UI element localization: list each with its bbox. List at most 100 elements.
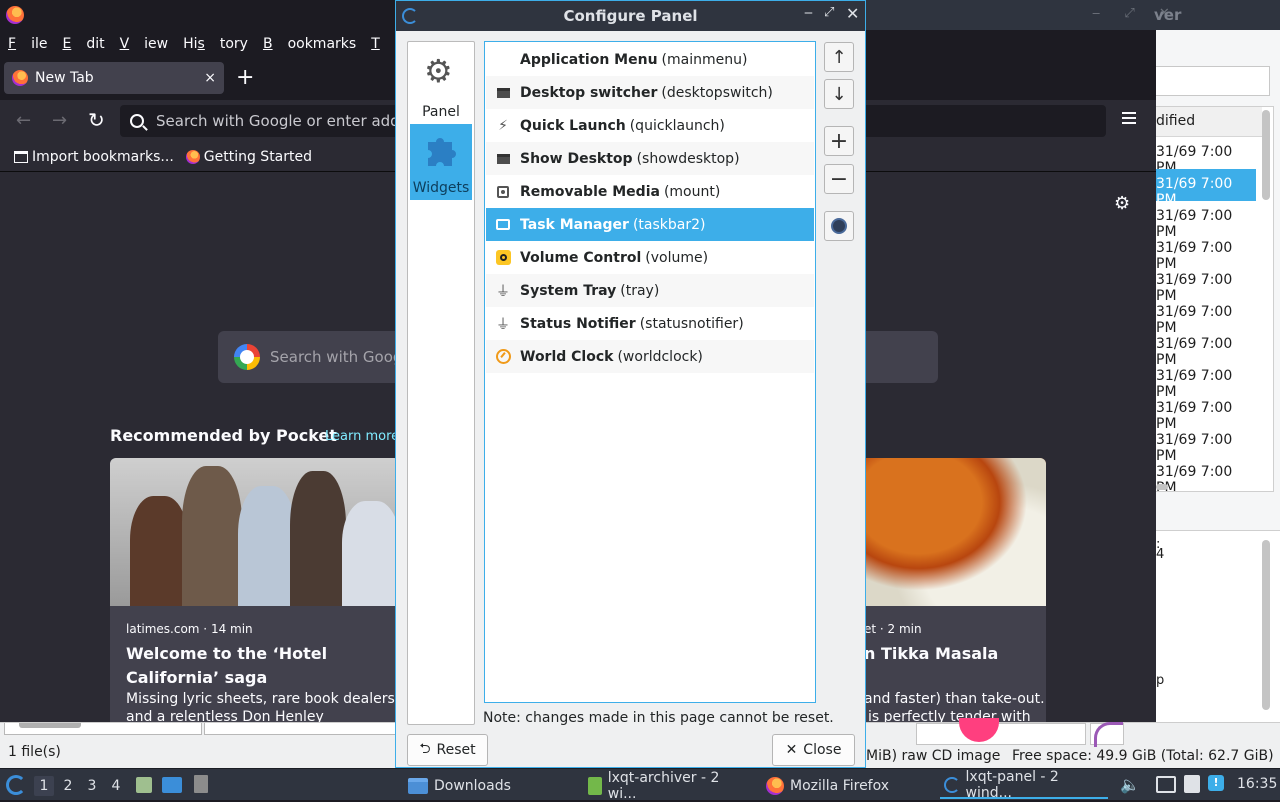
table-row[interactable]: 31/69 7:00 PM xyxy=(1156,393,1256,432)
menu-history[interactable]: His tory xyxy=(183,36,248,52)
archiver-details-scrollbar[interactable] xyxy=(1262,540,1270,710)
gear-icon: ⚙ xyxy=(424,52,453,90)
close-icon[interactable]: ✕ xyxy=(846,4,859,23)
application-menu-icon[interactable] xyxy=(6,775,26,795)
pocket-heading: Recommended by Pocket xyxy=(110,426,337,445)
pocket-card[interactable]: et · 2 min n Tikka Masala and faster) th… xyxy=(864,458,1046,728)
sidebar-item-panel[interactable]: ⚙ Panel xyxy=(410,46,472,122)
hscrollbar[interactable] xyxy=(4,723,202,735)
pocket-card[interactable]: latimes.com · 14 min Welcome to the ‘Hot… xyxy=(110,458,400,728)
bookmark-import[interactable]: Import bookmarks... xyxy=(14,149,174,165)
tray-notification-icon[interactable]: ! xyxy=(1208,775,1224,791)
archiver-scrollbar[interactable] xyxy=(1262,110,1270,200)
taskbar-task[interactable]: lxqt-panel - 2 wind... xyxy=(940,769,1108,801)
menu-bookmarks[interactable]: Bookmarks xyxy=(263,36,356,52)
widget-item[interactable]: ⚡ Quick Launch (quicklaunch) xyxy=(486,109,814,142)
task-label: Downloads xyxy=(434,778,511,794)
table-row[interactable]: 31/69 7:00 PM xyxy=(1156,457,1256,491)
reset-button[interactable]: ⮌ Reset xyxy=(407,734,488,766)
table-row[interactable]: 31/69 7:00 PM xyxy=(1156,329,1256,368)
column-header-modified[interactable]: dified xyxy=(1156,107,1262,137)
removable-media-icon[interactable] xyxy=(194,775,208,793)
menu-view[interactable]: View xyxy=(120,36,169,52)
archiver-hscrollbar[interactable] xyxy=(1156,484,1168,490)
hscrollbar[interactable] xyxy=(204,723,396,735)
menu-edit[interactable]: Edit xyxy=(62,36,104,52)
sidebar-item-widgets[interactable]: Widgets xyxy=(410,124,472,200)
reload-icon[interactable]: ↻ xyxy=(88,108,105,132)
minimize-icon[interactable]: ‒ xyxy=(804,5,813,21)
remove-widget-button[interactable]: − xyxy=(824,164,854,194)
table-row[interactable]: 31/69 7:00 PM xyxy=(1156,265,1256,304)
desktop-3[interactable]: 3 xyxy=(82,776,102,796)
file-count: 1 file(s) xyxy=(8,744,61,760)
archiver-titlebar: ‒ ⤢ ✕ ver xyxy=(866,0,1280,30)
bookmark-label: Import bookmarks... xyxy=(32,148,174,165)
move-down-button[interactable]: ↓ xyxy=(824,79,854,109)
back-arrow-icon[interactable]: ← xyxy=(16,110,31,131)
thumbnail-preview xyxy=(916,718,1086,745)
taskbar-task[interactable]: Mozilla Firefox xyxy=(762,773,932,799)
dialog-title: Configure Panel xyxy=(563,7,698,25)
widget-item[interactable]: Task Manager (taskbar2) xyxy=(486,208,814,241)
table-row[interactable]: 31/69 7:00 PM xyxy=(1156,137,1256,176)
google-logo-icon xyxy=(234,344,260,370)
bookmark-getting-started[interactable]: Getting Started xyxy=(185,149,312,165)
widget-item[interactable]: ⏚ Status Notifier (statusnotifier) xyxy=(486,307,814,340)
file-manager-launcher-icon[interactable] xyxy=(136,777,152,793)
new-tab-button[interactable]: + xyxy=(236,66,254,90)
taskbar-task[interactable]: Downloads xyxy=(404,773,554,799)
table-row[interactable]: 31/69 7:00 PM xyxy=(1156,297,1256,336)
table-row[interactable]: 31/69 7:00 PM xyxy=(1156,425,1256,464)
widget-id: (tray) xyxy=(620,282,660,299)
table-row[interactable]: 31/69 7:00 PM xyxy=(1156,489,1256,491)
scroll-handle[interactable] xyxy=(19,723,81,728)
add-widget-button[interactable]: + xyxy=(824,126,854,156)
desktop-1[interactable]: 1 xyxy=(34,776,54,796)
widget-item[interactable]: ⏚ System Tray (tray) xyxy=(486,274,814,307)
widget-item[interactable]: Volume Control (volume) xyxy=(486,241,814,274)
desktop-4[interactable]: 4 xyxy=(106,776,126,796)
forward-arrow-icon[interactable]: → xyxy=(52,110,67,131)
table-row[interactable]: 31/69 7:00 PM xyxy=(1156,361,1256,400)
tray-clipboard-icon[interactable] xyxy=(1184,775,1200,793)
widget-item[interactable]: Show Desktop (showdesktop) xyxy=(486,142,814,175)
table-row[interactable]: 31/69 7:00 PM xyxy=(1156,169,1256,208)
widget-item[interactable]: World Clock (worldclock) xyxy=(486,340,814,373)
card-source: latimes.com · 14 min xyxy=(126,622,253,636)
plug-icon: ⏚ xyxy=(496,283,510,300)
widget-item[interactable]: Removable Media (mount) xyxy=(486,175,814,208)
configure-widget-button[interactable] xyxy=(824,211,854,241)
sidebar-item-label: Widgets xyxy=(412,180,470,196)
table-row[interactable]: 31/69 7:00 PM xyxy=(1156,233,1256,272)
archiver-path-input[interactable] xyxy=(1156,66,1270,96)
dialog-note: Note: changes made in this page cannot b… xyxy=(483,710,834,726)
tray-screen-icon[interactable] xyxy=(1156,776,1176,793)
desktop-2[interactable]: 2 xyxy=(58,776,78,796)
drive-icon xyxy=(486,185,520,198)
clock[interactable]: 16:35 xyxy=(1237,776,1277,792)
pocket-learn-more-link[interactable]: Learn more xyxy=(325,429,399,444)
maximize-icon[interactable]: ⤢ xyxy=(824,5,834,20)
widget-name: Volume Control xyxy=(520,249,642,266)
show-desktop-icon[interactable] xyxy=(162,777,182,793)
table-row[interactable]: 31/69 7:00 PM xyxy=(1156,201,1256,240)
taskbar-task[interactable]: lxqt-archiver - 2 wi... xyxy=(584,770,754,802)
free-space: Free space: 49.9 GiB (Total: 62.7 GiB) xyxy=(1012,748,1274,764)
widget-id: (taskbar2) xyxy=(632,216,706,233)
tab-close-icon[interactable]: × xyxy=(204,70,216,86)
close-button[interactable]: ✕ Close xyxy=(772,734,855,766)
menu-file[interactable]: File xyxy=(8,36,47,52)
arrow-down-icon: ↓ xyxy=(831,83,847,105)
widget-id: (worldclock) xyxy=(617,348,703,365)
hamburger-menu-icon[interactable] xyxy=(1122,112,1136,124)
puzzle-icon xyxy=(428,138,456,166)
widget-item[interactable]: Application Menu (mainmenu) xyxy=(486,43,814,76)
lxqt-icon xyxy=(944,777,960,793)
volume-icon[interactable]: 🔈 xyxy=(1120,775,1140,794)
gear-icon[interactable]: ⚙ xyxy=(1114,193,1130,214)
tab-new-tab[interactable]: New Tab × xyxy=(4,62,224,94)
move-up-button[interactable]: ↑ xyxy=(824,42,854,72)
widget-name: World Clock xyxy=(520,348,614,365)
widget-item[interactable]: Desktop switcher (desktopswitch) xyxy=(486,76,814,109)
